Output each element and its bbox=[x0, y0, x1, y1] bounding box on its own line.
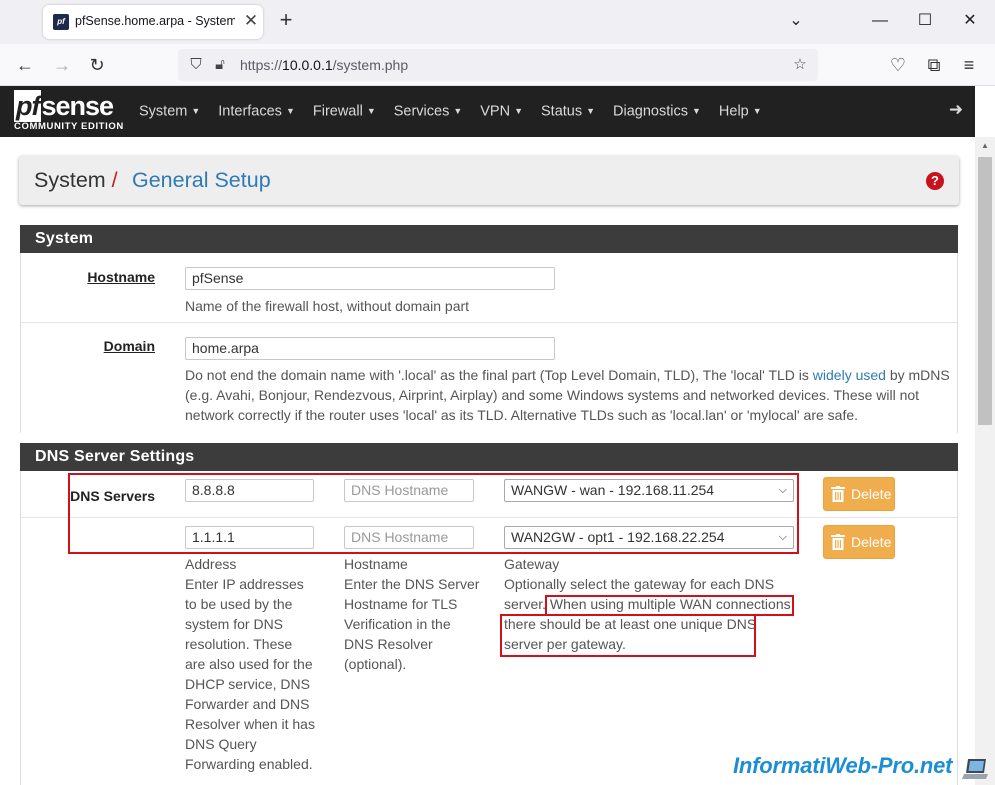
minimize-icon[interactable]: — bbox=[865, 8, 895, 34]
hostname-label: Hostname bbox=[87, 269, 155, 285]
reload-icon[interactable]: ↻ bbox=[85, 53, 109, 77]
domain-help: Do not end the domain name with '.local'… bbox=[185, 367, 950, 423]
system-panel: Hostname pfSense Name of the firewall ho… bbox=[20, 253, 958, 433]
bookmark-star-icon[interactable]: ☆ bbox=[790, 54, 810, 76]
pocket-icon[interactable]: ♡ bbox=[886, 53, 910, 77]
browser-nav-bar: ← → ↻ ⛉ 🔓︎ https://10.0.0.1/system.php ☆… bbox=[0, 44, 995, 86]
address-bar[interactable]: ⛉ 🔓︎ https://10.0.0.1/system.php ☆ bbox=[178, 49, 818, 81]
hostname-col-help: Hostname Enter the DNS Server Hostname f… bbox=[344, 556, 480, 672]
pfsense-logo[interactable]: pfsense COMMUNITY EDITION bbox=[14, 90, 124, 134]
forward-arrow-icon[interactable]: → bbox=[50, 53, 74, 77]
trash-icon bbox=[831, 486, 845, 502]
address-help: Address Enter IP addresses to be used by… bbox=[185, 556, 315, 772]
logout-icon[interactable]: ➜ bbox=[946, 100, 966, 120]
system-panel-title: System bbox=[20, 225, 958, 253]
back-arrow-icon[interactable]: ← bbox=[13, 53, 37, 77]
caret-down-icon: ▼ bbox=[285, 106, 295, 116]
caret-down-icon: ▼ bbox=[586, 106, 596, 116]
menu-vpn[interactable]: VPN ▼ bbox=[480, 86, 523, 137]
browser-tab-bar: pf pfSense.home.arpa - System: G ✕ + ⌄ —… bbox=[0, 0, 995, 44]
breadcrumb-section: System / bbox=[34, 168, 118, 192]
watermark: InformatiWeb-Pro.net bbox=[733, 753, 953, 778]
shield-icon[interactable]: ⛉ bbox=[186, 54, 206, 76]
browser-tab[interactable]: pf pfSense.home.arpa - System: G ✕ bbox=[43, 5, 263, 39]
domain-input[interactable]: home.arpa bbox=[185, 337, 555, 360]
delete-button-2[interactable]: Delete bbox=[823, 525, 895, 559]
url-text[interactable]: https://10.0.0.1/system.php bbox=[240, 57, 408, 73]
breadcrumb: System / General Setup ? bbox=[19, 156, 959, 205]
caret-down-icon: ▼ bbox=[514, 106, 524, 116]
menu-status[interactable]: Status ▼ bbox=[541, 86, 595, 137]
logo-subtitle: COMMUNITY EDITION bbox=[14, 121, 124, 132]
tab-close-icon[interactable]: ✕ bbox=[242, 12, 260, 30]
domain-label: Domain bbox=[103, 338, 155, 354]
new-tab-icon[interactable]: + bbox=[276, 9, 296, 31]
lock-icon[interactable]: 🔓︎ bbox=[210, 54, 230, 76]
app-menu-icon[interactable]: ≡ bbox=[957, 53, 981, 77]
menu-diagnostics[interactable]: Diagnostics ▼ bbox=[613, 86, 701, 137]
maximize-icon[interactable]: ☐ bbox=[910, 8, 940, 34]
tab-title: pfSense.home.arpa - System: G bbox=[75, 14, 235, 28]
caret-down-icon: ▼ bbox=[453, 106, 463, 116]
gateway-help-highlight-bottom bbox=[500, 614, 756, 657]
menu-firewall[interactable]: Firewall ▼ bbox=[313, 86, 376, 137]
caret-down-icon: ▼ bbox=[692, 106, 701, 116]
caret-down-icon: ▼ bbox=[191, 106, 201, 116]
pfsense-favicon-icon: pf bbox=[53, 14, 69, 30]
window-close-icon[interactable]: ✕ bbox=[955, 8, 985, 34]
caret-down-icon: ▼ bbox=[366, 106, 376, 116]
menu-system[interactable]: System ▼ bbox=[139, 86, 200, 137]
laptop-logo-icon bbox=[962, 759, 988, 779]
trash-icon bbox=[831, 534, 845, 550]
page-scrollbar[interactable]: ▲ bbox=[975, 137, 995, 785]
menu-services[interactable]: Services ▼ bbox=[394, 86, 463, 137]
list-tabs-icon[interactable]: ⌄ bbox=[781, 8, 811, 34]
main-menu: System ▼ Interfaces ▼ Firewall ▼ Services ▼ … bbox=[139, 86, 780, 137]
hostname-help: Name of the firewall host, without domai… bbox=[185, 298, 470, 314]
delete-button-1[interactable]: Delete bbox=[823, 477, 895, 511]
caret-down-icon: ▼ bbox=[752, 106, 762, 116]
hostname-input[interactable]: pfSense bbox=[185, 267, 555, 290]
gateway-help-highlight-top bbox=[545, 595, 794, 616]
extensions-icon[interactable]: ⧉ bbox=[922, 53, 946, 77]
scroll-thumb[interactable] bbox=[978, 157, 992, 425]
menu-help[interactable]: Help ▼ bbox=[719, 86, 762, 137]
widely-used-link[interactable]: widely used bbox=[813, 367, 886, 383]
menu-interfaces[interactable]: Interfaces ▼ bbox=[218, 86, 295, 137]
dns-panel-title: DNS Server Settings bbox=[20, 443, 958, 471]
scroll-up-icon[interactable]: ▲ bbox=[975, 137, 995, 155]
help-icon[interactable]: ? bbox=[926, 172, 944, 190]
breadcrumb-page[interactable]: General Setup bbox=[132, 168, 271, 193]
dns-servers-highlight bbox=[68, 473, 799, 554]
pfsense-header: pfsense COMMUNITY EDITION System ▼ Interf… bbox=[0, 86, 975, 137]
